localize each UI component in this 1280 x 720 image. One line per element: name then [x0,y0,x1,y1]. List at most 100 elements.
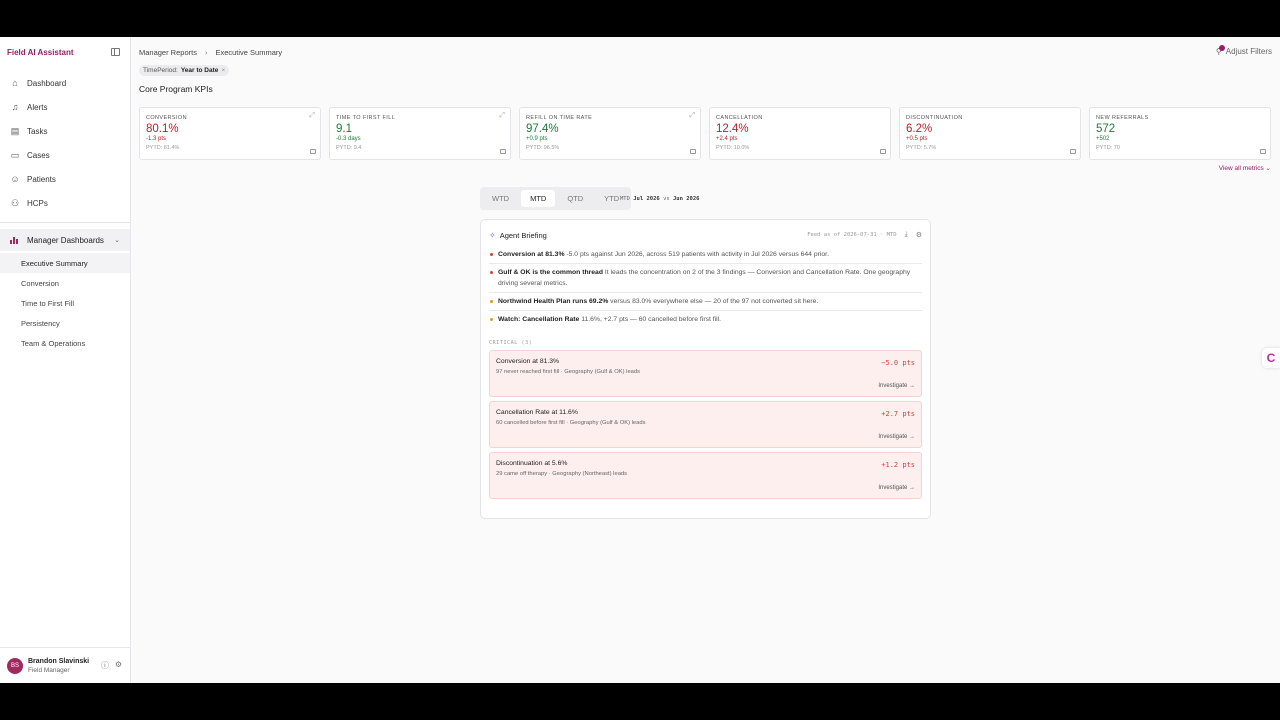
feed-timestamp: Feed as of 2026-07-31 · MTD [807,232,897,238]
subnav-label: Time to First Fill [21,298,75,308]
critical-cards: Conversion at 81.3% 97 never reached fir… [489,350,922,499]
kpi-row: Conversion 80.1% -1.3 pts PYTD: 81.4% ⤢ … [139,107,1271,160]
chevron-down-icon[interactable]: ⌄ [114,236,120,244]
expand-icon[interactable]: ⤢ [499,112,505,120]
nav-label: Patients [27,174,56,184]
kpi-card[interactable]: New Referrals 572 +502 PYTD: 70 [1089,107,1271,160]
subnav-conversion[interactable]: Conversion [0,273,130,293]
nav-item-tasks[interactable]: ▤ Tasks [0,119,130,143]
kpi-delta: +502 [1096,136,1110,142]
bullet-bold: Conversion at 81.3% [498,251,565,258]
book-icon[interactable] [880,149,886,154]
book-icon[interactable] [500,149,506,154]
agent-briefing-panel: ✧ Agent Briefing Feed as of 2026-07-31 ·… [480,219,931,519]
briefing-bullets: Conversion at 81.3% -5.0 pts against Jun… [489,246,922,328]
bell-icon: ♫ [11,102,19,112]
critical-finding-card: Discontinuation at 5.6% 29 came off ther… [489,452,922,499]
subnav-label: Conversion [21,278,59,288]
expand-icon[interactable]: ⤢ [309,112,315,120]
bullet-dot-icon [490,318,493,321]
subnav-label: Team & Operations [21,338,86,348]
breadcrumb-parent[interactable]: Manager Reports [139,48,197,57]
subnav-label: Executive Summary [21,258,88,268]
sparkle-icon: ✧ [489,230,496,240]
breadcrumb: Manager Reports › Executive Summary [131,37,1280,67]
kpi-card[interactable]: Cancellation 12.4% +2.4 pts PYTD: 10.0% [709,107,891,160]
kpi-card[interactable]: Time to First Fill 9.1 -0.3 days PYTD: 9… [329,107,511,160]
subnav-persistency[interactable]: Persistency [0,313,130,333]
tab-wtd[interactable]: WTD [483,190,518,207]
nav-item-hcps[interactable]: ⚇ HCPs [0,191,130,215]
subnav-time-to-first-fill[interactable]: Time to First Fill [0,293,130,313]
briefing-bullet: Conversion at 81.3% -5.0 pts against Jun… [489,246,922,264]
assistant-launcher-icon[interactable]: C [1262,348,1280,368]
kpi-value: 9.1 [336,123,352,135]
subnav-label: Persistency [21,318,60,328]
kpi-pytd: PYTD: 70 [1096,145,1120,151]
app-title: Field AI Assistant [7,47,74,57]
nav-item-patients[interactable]: ☺ Patients [0,167,130,191]
view-all-metrics-link[interactable]: View all metrics ⌄ [1219,164,1271,172]
nav-group-manager-dashboards[interactable]: Manager Dashboards ⌄ [0,229,130,251]
critical-finding-card: Cancellation Rate at 11.6% 60 cancelled … [489,401,922,448]
finding-title: Cancellation Rate at 11.6% [496,409,578,416]
folder-icon: ▭ [10,149,20,160]
investigate-link[interactable]: Investigate → [878,485,915,491]
bullet-text: Watch: Cancellation Rate 11.6%, +2.7 pts… [498,314,721,325]
kpi-card[interactable]: Conversion 80.1% -1.3 pts PYTD: 81.4% ⤢ [139,107,321,160]
period-compare: Jun 2026 [673,196,700,202]
briefing-title: Agent Briefing [499,230,547,240]
gear-icon[interactable]: ⚙ [115,660,122,671]
finding-title: Discontinuation at 5.6% [496,460,568,467]
kpi-label: Cancellation [716,115,763,121]
nav-item-cases[interactable]: ▭ Cases [0,143,130,167]
bullet-dot-icon [490,253,493,256]
download-icon[interactable]: ⤓ [905,231,908,239]
finding-delta: +1.2 pts [881,461,915,469]
book-icon[interactable] [310,149,316,154]
user-profile[interactable]: BS Brandon Slavinski Field Manager ⓘ ⚙ [0,647,130,683]
filter-chip-time-period[interactable]: TimePeriod: Year to Date × [139,65,230,76]
kpi-pytd: PYTD: 81.4% [146,145,180,151]
kpi-delta: -0.3 days [336,136,361,142]
tab-qtd[interactable]: QTD [558,190,592,207]
sidebar-divider [0,222,130,223]
finding-title: Conversion at 81.3% [496,358,560,365]
investigate-link[interactable]: Investigate → [878,434,915,440]
book-icon[interactable] [1260,149,1266,154]
bullet-body: versus 83.0% everywhere else — 20 of the… [608,298,819,305]
people-icon: ⚇ [10,197,20,208]
finding-delta: +2.7 pts [881,410,915,418]
critical-finding-card: Conversion at 81.3% 97 never reached fir… [489,350,922,397]
investigate-link[interactable]: Investigate → [878,383,915,389]
tab-mtd[interactable]: MTD [521,190,556,207]
kpi-card[interactable]: Refill on Time Rate 97.4% +0.9 pts PYTD:… [519,107,701,160]
kpi-pytd: PYTD: 5.7% [906,145,937,151]
sidebar-toggle-icon[interactable] [111,48,120,56]
kpi-delta: -1.3 pts [146,136,167,142]
chip-value: Year to Date [180,67,219,74]
chip-key: TimePeriod: [143,67,178,74]
nav-label: Alerts [27,102,48,112]
filter-count-badge [1218,45,1225,51]
user-role: Field Manager [28,666,70,674]
info-icon[interactable]: ⓘ [101,660,109,671]
expand-icon[interactable]: ⤢ [689,112,695,120]
bar-chart-icon [10,236,20,244]
briefing-header: ✧ Agent Briefing Feed as of 2026-07-31 ·… [489,228,922,242]
period-current: Jul 2026 [633,196,660,202]
gear-icon[interactable]: ⚙ [916,231,922,239]
briefing-bullet: Watch: Cancellation Rate 11.6%, +2.7 pts… [489,311,922,328]
breadcrumb-separator-icon: › [204,47,208,57]
book-icon[interactable] [1070,149,1076,154]
kpi-label: Discontinuation [906,115,963,121]
kpi-pytd: PYTD: 9.4 [336,145,362,151]
kpi-card[interactable]: Discontinuation 6.2% +0.5 pts PYTD: 5.7% [899,107,1081,160]
book-icon[interactable] [690,149,696,154]
subnav-team-operations[interactable]: Team & Operations [0,333,130,353]
adjust-filters-button[interactable]: ⚲ Adjust Filters [1216,45,1272,56]
close-icon[interactable]: × [221,67,225,74]
nav-item-dashboard[interactable]: ⌂ Dashboard [0,71,130,95]
nav-item-alerts[interactable]: ♫ Alerts [0,95,130,119]
subnav-executive-summary[interactable]: Executive Summary [0,253,130,273]
